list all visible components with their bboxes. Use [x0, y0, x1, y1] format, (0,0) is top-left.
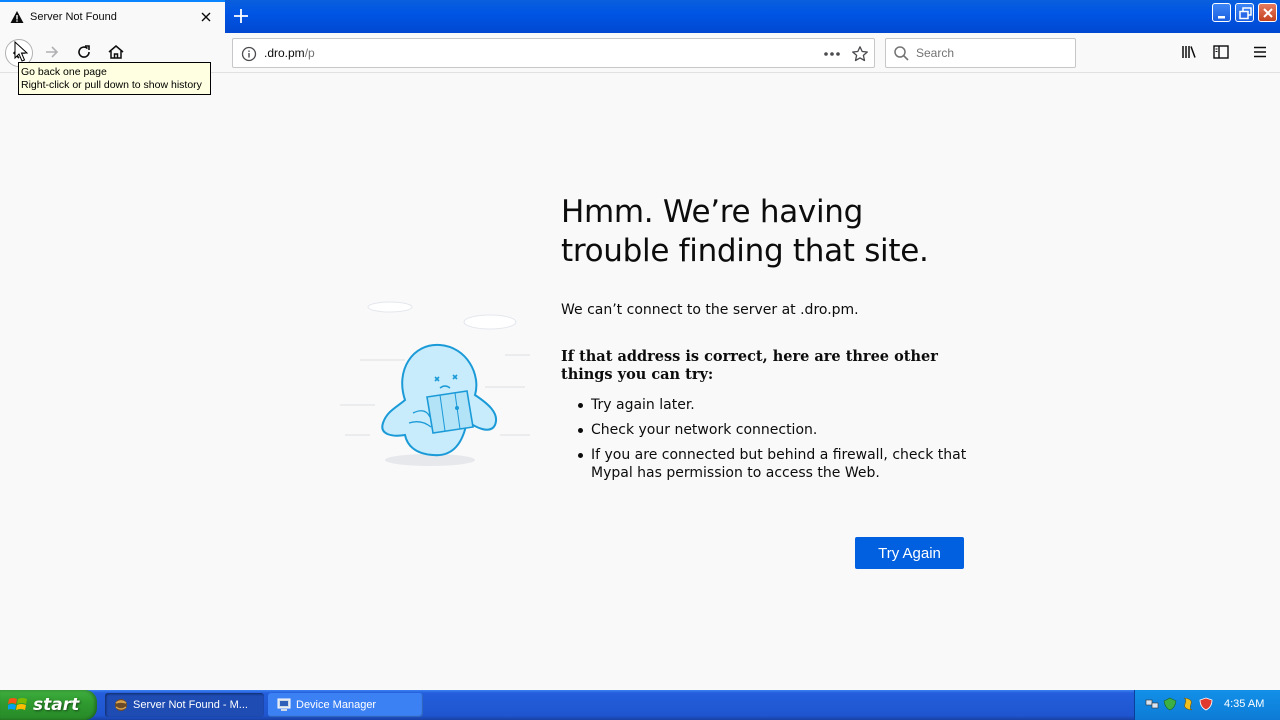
- close-window-icon: [1263, 8, 1273, 18]
- system-tray: 4:35 AM: [1134, 690, 1280, 720]
- device-manager-icon: [277, 698, 291, 711]
- bookmark-star-icon[interactable]: [851, 45, 869, 63]
- restore-button[interactable]: [1235, 3, 1254, 22]
- title-bar: Server Not Found: [0, 0, 1280, 33]
- suggestions-heading: If that address is correct, here are thr…: [561, 348, 938, 383]
- tooltip-line-2: Right-click or pull down to show history: [21, 79, 202, 91]
- tooltip-line-1: Go back one page: [21, 66, 107, 78]
- shield-tray-icon[interactable]: [1199, 697, 1213, 711]
- mouse-cursor-icon: [14, 41, 28, 62]
- tab-server-not-found[interactable]: Server Not Found: [0, 0, 225, 33]
- start-button[interactable]: start: [0, 690, 97, 720]
- suggestion-item: Try again later.: [561, 396, 971, 414]
- suggestion-item: If you are connected but behind a firewa…: [561, 446, 971, 482]
- url-text[interactable]: .dro.pm/p: [264, 46, 315, 60]
- minimize-icon: [1218, 16, 1225, 19]
- taskbar-item-device-manager[interactable]: Device Manager: [268, 693, 423, 717]
- page-actions-icon[interactable]: [823, 47, 841, 61]
- suggestions-list: Try again later. Check your network conn…: [561, 396, 971, 482]
- mypal-icon: [115, 699, 127, 711]
- minimize-button[interactable]: [1212, 3, 1231, 22]
- windows-logo-icon: [8, 698, 27, 710]
- url-host: .dro.pm: [264, 46, 305, 60]
- new-tab-icon[interactable]: [231, 6, 251, 26]
- taskbar-item-label: Device Manager: [296, 699, 377, 711]
- search-bar[interactable]: [885, 38, 1076, 68]
- error-title: Hmm. We’re having trouble finding that s…: [561, 194, 929, 269]
- hamburger-menu-icon: [1254, 46, 1266, 58]
- network-tray-icon[interactable]: [1145, 697, 1159, 711]
- forward-arrow-icon: [46, 46, 59, 58]
- restore-icon: [1239, 7, 1252, 20]
- close-window-button[interactable]: [1258, 3, 1277, 22]
- taskbar: start Server Not Found - M... Device Man…: [0, 690, 1280, 720]
- taskbar-item-browser[interactable]: Server Not Found - M...: [105, 693, 264, 717]
- menu-button[interactable]: [1247, 39, 1275, 67]
- library-icon: [1182, 46, 1196, 58]
- url-path: /p: [304, 46, 315, 60]
- error-illustration: [340, 301, 530, 466]
- suggestion-item: Check your network connection.: [561, 421, 971, 439]
- sidebar-icon: [1213, 45, 1229, 59]
- taskbar-item-label: Server Not Found - M...: [133, 699, 248, 711]
- close-tab-icon[interactable]: [199, 10, 213, 24]
- security-tray-icon[interactable]: [1163, 697, 1177, 711]
- error-content: Hmm. We’re having trouble finding that s…: [561, 193, 971, 489]
- home-icon: [108, 45, 124, 59]
- search-input[interactable]: [916, 45, 1066, 61]
- warning-icon: [10, 11, 24, 23]
- search-icon: [894, 46, 909, 61]
- antivirus-tray-icon[interactable]: [1181, 697, 1195, 711]
- error-description: We can’t connect to the server at .dro.p…: [561, 302, 859, 318]
- site-info-icon[interactable]: [241, 46, 257, 62]
- clock: 4:35 AM: [1224, 698, 1265, 710]
- start-label: start: [33, 695, 80, 715]
- sidebar-button[interactable]: [1208, 39, 1236, 67]
- tab-title: Server Not Found: [30, 11, 117, 23]
- back-button-tooltip: Go back one page Right-click or pull dow…: [18, 62, 211, 95]
- try-again-button[interactable]: Try Again: [855, 537, 964, 569]
- library-button[interactable]: [1176, 39, 1204, 67]
- address-bar[interactable]: .dro.pm/p: [232, 38, 875, 68]
- reload-icon: [78, 45, 90, 58]
